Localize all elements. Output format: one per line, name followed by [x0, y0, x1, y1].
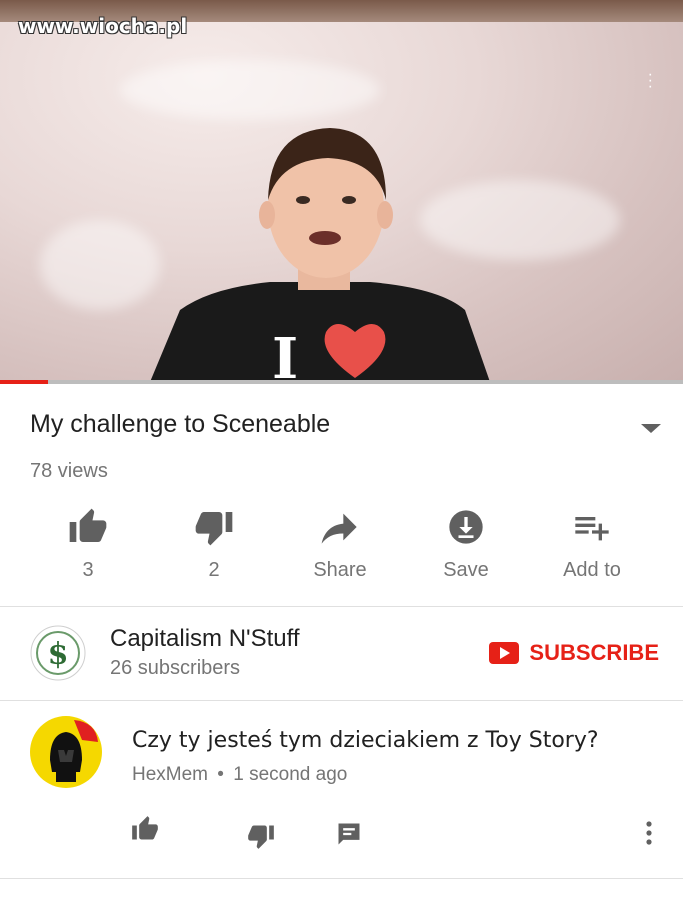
comment-time: 1 second ago	[233, 764, 348, 785]
divider	[0, 878, 683, 879]
watermark: www.wiocha.pl	[18, 14, 188, 38]
meta-separator: •	[217, 764, 224, 785]
more-options-icon[interactable]	[645, 820, 653, 846]
like-button[interactable]: 3	[25, 505, 151, 582]
expand-description-icon[interactable]	[641, 424, 661, 433]
commenter-avatar[interactable]	[30, 716, 102, 788]
channel-name[interactable]: Capitalism N'Stuff	[110, 625, 300, 653]
add-to-playlist-icon	[575, 517, 609, 541]
thumbs-down-icon	[195, 512, 233, 546]
save-label: Save	[443, 559, 489, 581]
divider	[0, 700, 683, 701]
divider	[0, 606, 683, 607]
progress-bar-fill	[0, 380, 48, 384]
plastic-sheen	[40, 220, 160, 310]
share-label: Share	[313, 559, 367, 581]
comment-text: Czy ty jesteś tym dzieciakiem z Toy Stor…	[132, 728, 599, 753]
dollar-glyph: $	[48, 637, 69, 672]
comment-author[interactable]: HexMem	[132, 764, 208, 785]
shirt-letter: I	[272, 326, 298, 382]
video-frame-person: I	[150, 128, 490, 382]
subscribe-button[interactable]: SUBSCRIBE	[489, 640, 659, 666]
video-title: My challenge to Sceneable	[30, 410, 331, 438]
dislike-count: 2	[208, 559, 220, 581]
thumbs-up-icon	[69, 508, 107, 542]
subscribe-label: SUBSCRIBE	[529, 640, 659, 665]
subscriber-count: 26 subscribers	[110, 657, 241, 679]
share-icon	[321, 513, 357, 544]
plastic-sheen	[120, 60, 380, 120]
view-count: 78 views	[30, 460, 108, 482]
share-button[interactable]: Share	[277, 505, 403, 582]
video-actions: 3 2 Share Save Add to	[25, 505, 655, 585]
channel-avatar[interactable]: $	[30, 625, 86, 681]
player-menu-icon[interactable]: · · ·	[648, 67, 653, 95]
comment-like-icon[interactable]	[130, 815, 160, 843]
video-player[interactable]: www.wiocha.pl · · · I	[0, 0, 683, 382]
add-to-button[interactable]: Add to	[529, 505, 655, 582]
download-icon	[449, 510, 483, 544]
dislike-button[interactable]: 2	[151, 505, 277, 582]
progress-bar[interactable]	[0, 380, 683, 384]
comment-dislike-icon[interactable]	[246, 822, 276, 850]
add-to-label: Add to	[563, 559, 621, 581]
comment-meta: HexMem • 1 second ago	[132, 764, 347, 786]
save-button[interactable]: Save	[403, 505, 529, 582]
reply-icon[interactable]	[335, 820, 363, 848]
like-count: 3	[82, 559, 94, 581]
youtube-play-icon	[489, 642, 520, 664]
